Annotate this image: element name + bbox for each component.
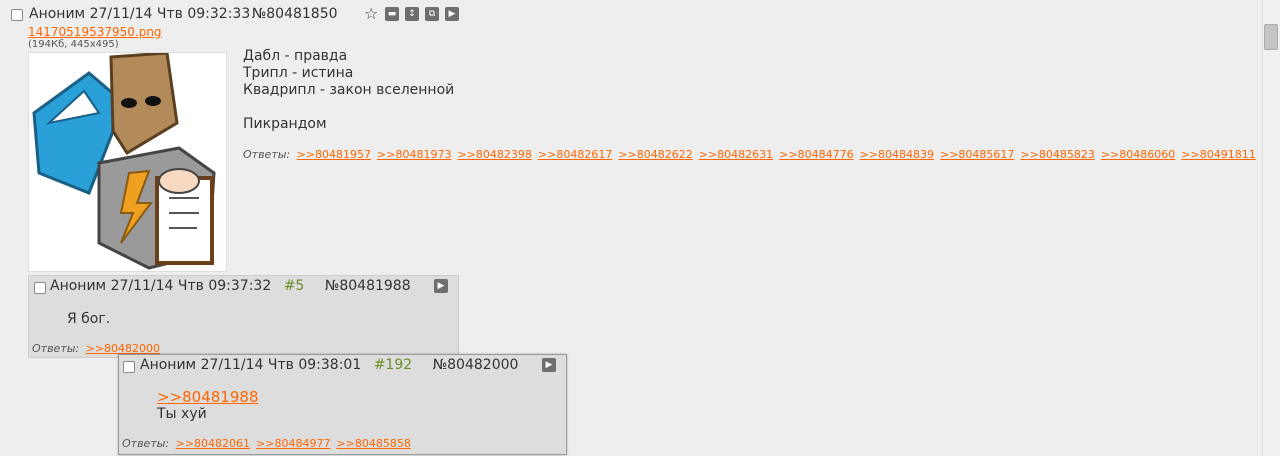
reply1-date: 27/11/14 Чтв 09:37:32: [110, 278, 272, 294]
popup-reply-link[interactable]: >>80484977: [256, 437, 330, 450]
vertical-scrollbar[interactable]: [1262, 0, 1280, 456]
popup-index: #192: [373, 357, 413, 373]
popup-header: Аноним 27/11/14 Чтв 09:38:01 #192 №80482…: [140, 357, 518, 373]
reply1-post-number[interactable]: №80481988: [325, 278, 411, 294]
op-reply-link[interactable]: >>80485823: [1020, 148, 1094, 161]
play-icon[interactable]: ▶: [542, 358, 556, 372]
op-image[interactable]: [28, 51, 227, 272]
popup-reply-link[interactable]: >>80482061: [176, 437, 250, 450]
op-image-drawing: [32, 51, 216, 270]
popup-replies-label: Ответы:: [122, 437, 170, 450]
play-icon[interactable]: ▶: [434, 279, 448, 293]
popup-post-80482000: Аноним 27/11/14 Чтв 09:38:01 #192 №80482…: [118, 354, 567, 455]
op-reply-link[interactable]: >>80482398: [457, 148, 531, 161]
op-file-info: (194Кб, 445x495): [28, 39, 119, 50]
op-author: Аноним: [29, 6, 86, 22]
hide-icon[interactable]: ▬: [385, 7, 399, 21]
popup-post-number[interactable]: №80482000: [433, 357, 519, 373]
op-post-number[interactable]: №80481850: [252, 6, 338, 22]
reply1-index: #5: [283, 278, 305, 294]
popup-date: 27/11/14 Чтв 09:38:01: [200, 357, 362, 373]
op-reply-link[interactable]: >>80482631: [699, 148, 773, 161]
op-file-link[interactable]: 14170519537950.png: [28, 25, 162, 39]
popup-select-checkbox[interactable]: [123, 361, 135, 373]
reply1-select-checkbox[interactable]: [34, 282, 46, 294]
scrollbar-thumb[interactable]: [1264, 24, 1278, 50]
reply1-author: Аноним: [50, 278, 107, 294]
op-replies-label: Ответы:: [243, 148, 291, 161]
new-window-icon[interactable]: ⧉: [425, 7, 439, 21]
play-icon[interactable]: ▶: [445, 7, 459, 21]
op-header: Аноним 27/11/14 Чтв 09:32:33 №80481850: [29, 6, 338, 22]
reply-post-80481988: Аноним 27/11/14 Чтв 09:37:32 #5 №8048198…: [28, 275, 459, 358]
popup-quote-link[interactable]: >>80481988: [157, 388, 258, 406]
op-reply-link[interactable]: >>80491811: [1181, 148, 1255, 161]
op-reply-link[interactable]: >>80482622: [618, 148, 692, 161]
reply1-message: Я бог.: [67, 311, 111, 327]
popup-message: Ты хуй: [157, 406, 207, 422]
op-reply-link[interactable]: >>80485617: [940, 148, 1014, 161]
popup-author: Аноним: [140, 357, 197, 373]
op-reply-link[interactable]: >>80481973: [377, 148, 451, 161]
op-reply-link[interactable]: >>80482617: [538, 148, 612, 161]
op-reply-link[interactable]: >>80486060: [1101, 148, 1175, 161]
expand-icon[interactable]: ↕: [405, 7, 419, 21]
op-message: Дабл - правда Трипл - истина Квадрипл - …: [243, 48, 455, 132]
op-select-checkbox[interactable]: [11, 9, 23, 21]
op-reply-link[interactable]: >>80484839: [860, 148, 934, 161]
op-replies: Ответы: >>80481957 >>80481973 >>80482398 >>…: [243, 148, 1262, 161]
reply1-header: Аноним 27/11/14 Чтв 09:37:32 #5 №8048198…: [50, 278, 411, 294]
popup-replies: Ответы: >>80482061 >>80484977 >>80485858: [122, 437, 417, 450]
reply1-replies-label: Ответы:: [32, 342, 80, 355]
op-reply-link[interactable]: >>80484776: [779, 148, 853, 161]
popup-reply-link[interactable]: >>80485858: [336, 437, 410, 450]
op-date: 27/11/14 Чтв 09:32:33: [89, 6, 251, 22]
op-reply-link[interactable]: >>80481957: [297, 148, 371, 161]
star-icon[interactable]: ☆: [364, 4, 378, 23]
